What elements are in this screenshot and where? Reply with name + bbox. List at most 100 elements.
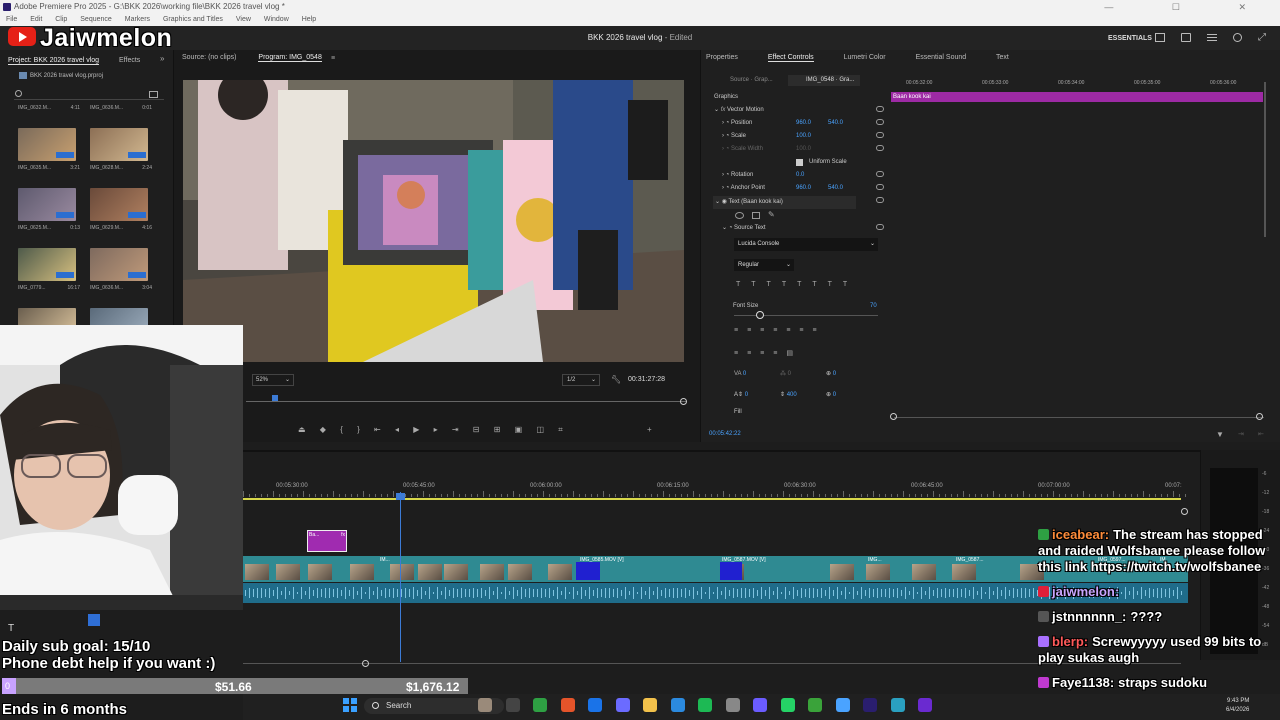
clip-thumbnail[interactable]	[390, 564, 414, 580]
effect-clip-bar[interactable]: Baan kook kai	[891, 92, 1263, 102]
reset-icon[interactable]	[876, 224, 884, 230]
menu-view[interactable]: View	[236, 16, 251, 23]
go-to-in-icon[interactable]: ⇤	[374, 425, 381, 434]
tab-project[interactable]: Project: BKK 2026 travel vlog	[8, 57, 100, 65]
rotation-value[interactable]: 0.0	[796, 169, 804, 182]
reset-icon[interactable]	[876, 106, 884, 112]
insert-icon[interactable]: ⊟	[473, 425, 480, 434]
go-to-out-icon[interactable]: ⇥	[452, 425, 459, 434]
program-scrub-bar[interactable]	[246, 395, 687, 409]
menu-sequence[interactable]: Sequence	[80, 16, 112, 23]
anchor-y[interactable]: 540.0	[828, 182, 843, 195]
scale-value[interactable]: 100.0	[796, 130, 811, 143]
tab-effect-controls[interactable]: Effect Controls	[767, 54, 814, 62]
import-icon[interactable]: ⇤	[1258, 430, 1264, 438]
taskbar-app-icon[interactable]	[725, 698, 740, 712]
taskbar-app-icon[interactable]	[560, 698, 575, 712]
tab-essential-sound[interactable]: Essential Sound	[916, 54, 967, 61]
taskbar-app-icon[interactable]	[698, 698, 712, 712]
reset-icon[interactable]	[876, 132, 884, 138]
source-selector[interactable]: Source · Grap...	[712, 75, 784, 86]
taskbar-app-icon[interactable]	[670, 698, 685, 712]
taskbar-app-icon[interactable]	[780, 698, 795, 712]
vector-motion-row[interactable]: ⌄ fx Vector Motion	[714, 104, 764, 117]
tab-lumetri[interactable]: Lumetri Color	[844, 54, 886, 61]
play-button[interactable]: ▶	[413, 425, 419, 434]
reset-icon[interactable]	[876, 171, 884, 177]
search-icon[interactable]	[1233, 33, 1242, 42]
timeline-scroll-handle[interactable]	[362, 660, 369, 667]
step-back-icon[interactable]: ◂	[395, 425, 399, 434]
filter-icon[interactable]: ▼	[1216, 430, 1224, 439]
title-clip[interactable]: Ba... fx	[307, 530, 347, 552]
marker-icon[interactable]: ◆	[320, 425, 326, 434]
camera-icon[interactable]: ▣	[515, 425, 523, 434]
clip-thumbnail[interactable]	[548, 564, 572, 580]
window-controls[interactable]: — ☐ ✕	[1104, 0, 1274, 14]
taskbar-app-icon[interactable]	[478, 698, 492, 712]
font-select[interactable]: Lucida Console ⌄	[734, 238, 878, 251]
program-timecode[interactable]: 00:31:27:28	[628, 376, 665, 383]
panel-icon[interactable]	[1155, 33, 1165, 42]
taskbar-app-icon[interactable]	[533, 698, 547, 712]
menu-clip[interactable]: Clip	[55, 16, 67, 23]
tab-source[interactable]: Source: (no clips)	[182, 54, 236, 61]
clip-selector[interactable]: IMG_0548 · Gra...	[788, 75, 860, 86]
taskbar-app-icon[interactable]	[918, 698, 932, 712]
clip-thumbnail[interactable]	[830, 564, 854, 580]
work-area-bar[interactable]	[243, 498, 1181, 500]
fullscreen-icon[interactable]: ⤢	[1258, 32, 1266, 43]
workspace-label[interactable]: ESSENTIALS	[1108, 35, 1152, 42]
tab-effects[interactable]: Effects	[119, 57, 140, 64]
menu-icon[interactable]	[1207, 34, 1217, 35]
taskbar-app-icon[interactable]	[643, 698, 657, 712]
position-y[interactable]: 540.0	[828, 117, 843, 130]
clip-thumbnail[interactable]	[720, 562, 742, 580]
text-layer-row[interactable]: ⌄ ◉ Text (Baan kook kai)	[713, 196, 856, 209]
clip-thumbnail[interactable]	[912, 564, 936, 580]
timeline-playhead[interactable]	[400, 492, 401, 662]
baseline-value[interactable]: 0	[833, 371, 836, 377]
taskbar-app-icon[interactable]	[505, 698, 520, 712]
wrench-icon[interactable]: 🔧︎	[611, 375, 621, 384]
taskbar-app-icon[interactable]	[753, 698, 767, 712]
menu-markers[interactable]: Markers	[125, 16, 150, 23]
taskbar-app-icon[interactable]	[808, 698, 822, 712]
panel-overflow-icon[interactable]: »	[160, 54, 164, 63]
scrub-end-handle[interactable]	[680, 398, 687, 405]
reset-icon[interactable]	[876, 119, 884, 125]
add-button-icon[interactable]: +	[647, 425, 652, 434]
tab-text[interactable]: Text	[996, 54, 1009, 61]
lift-icon[interactable]: ⏏	[298, 425, 306, 434]
tab-program[interactable]: Program: IMG_0548	[258, 54, 322, 62]
scrub-playhead[interactable]	[272, 395, 279, 401]
font-style-select[interactable]: Regular ⌄	[734, 259, 794, 271]
clip-thumbnail[interactable]	[866, 564, 890, 580]
new-bin-icon[interactable]	[149, 91, 158, 98]
timeline-zoom-handle[interactable]	[1181, 508, 1188, 515]
taskbar-app-icon[interactable]	[615, 698, 630, 712]
reset-icon[interactable]	[876, 197, 884, 203]
project-search-input[interactable]	[14, 90, 164, 100]
ec-zoom-handle-right[interactable]	[1256, 413, 1263, 420]
uniform-scale-checkbox[interactable]	[796, 159, 803, 166]
track-target-icon[interactable]	[88, 614, 100, 626]
taskbar-app-icon[interactable]	[835, 698, 850, 712]
tracking-value[interactable]: 0	[743, 371, 746, 377]
ec-zoom-handle-left[interactable]	[890, 413, 897, 420]
text-tool-icon[interactable]: T	[8, 623, 14, 634]
anchor-x[interactable]: 960.0	[796, 182, 811, 195]
mark-in-icon[interactable]: {	[340, 425, 343, 434]
export-icon[interactable]: ⇥	[1238, 430, 1244, 438]
menu-file[interactable]: File	[6, 16, 17, 23]
program-menu-icon[interactable]: ≡	[331, 55, 335, 62]
clip-thumbnail[interactable]	[480, 564, 504, 580]
reset-icon[interactable]	[876, 145, 884, 151]
clip-thumbnail[interactable]	[276, 564, 300, 580]
timeline-playhead-handle[interactable]	[396, 493, 405, 500]
clip-thumbnail[interactable]	[444, 564, 468, 580]
menu-window[interactable]: Window	[264, 16, 289, 23]
ellipse-mask-icon[interactable]	[735, 212, 744, 219]
clip-thumbnail[interactable]	[350, 564, 374, 580]
rect-mask-icon[interactable]	[752, 212, 760, 219]
